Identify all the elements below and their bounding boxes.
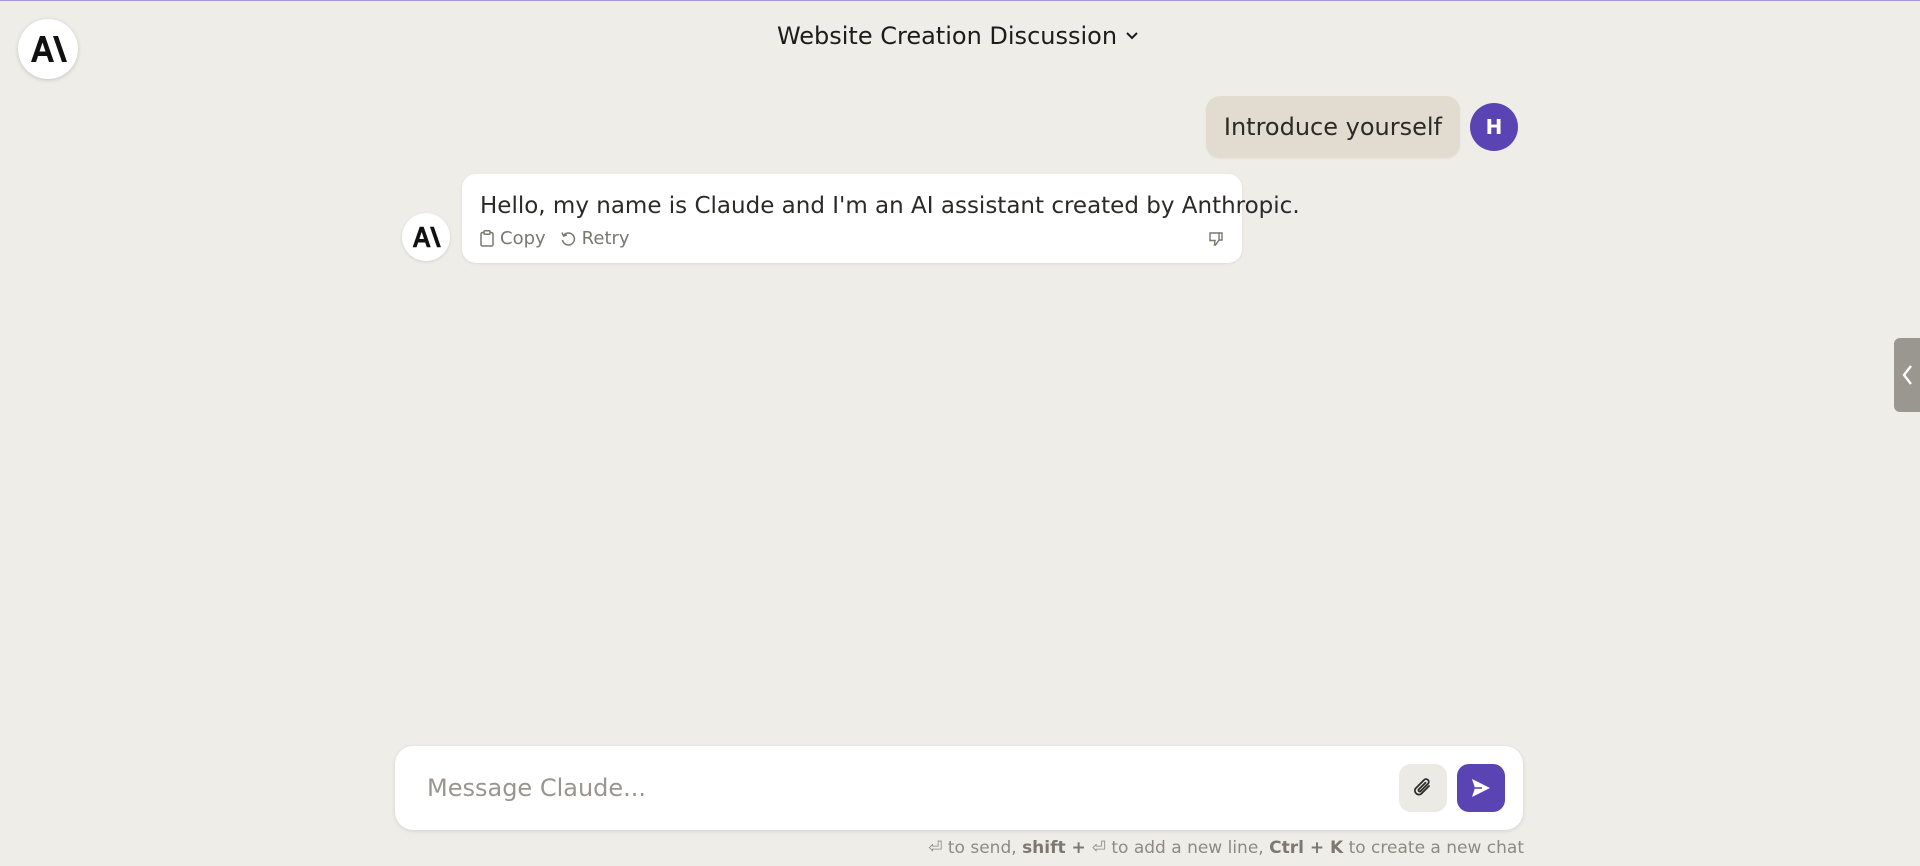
assistant-message-bubble: Hello, my name is Claude and I'm an AI a… (462, 174, 1300, 263)
user-avatar: H (1470, 103, 1518, 151)
assistant-avatar (402, 213, 450, 261)
copy-button[interactable]: Copy (480, 228, 546, 249)
message-composer (395, 746, 1523, 830)
keyboard-hint: ⏎ to send, shift + ⏎ to add a new line, … (928, 838, 1524, 858)
hint-text-2: to add a new line, (1105, 838, 1270, 858)
enter-symbol: ⏎ (1091, 838, 1106, 858)
hint-text-1: to send, (942, 838, 1023, 858)
thumbs-down-button[interactable] (1208, 231, 1224, 247)
anthropic-logo-icon (412, 226, 441, 248)
clipboard-icon (480, 230, 494, 247)
enter-symbol: ⏎ (928, 838, 943, 858)
sidebar-toggle-button[interactable] (1894, 338, 1920, 412)
message-actions: Copy Retry (480, 228, 1224, 249)
attach-file-button[interactable] (1399, 764, 1447, 812)
send-icon (1472, 779, 1490, 797)
human-message-text: Introduce yourself (1223, 113, 1442, 141)
copy-label: Copy (500, 228, 546, 249)
human-message-row: Introduce yourself H (1205, 96, 1518, 158)
retry-label: Retry (581, 228, 630, 249)
chevron-left-icon (1902, 365, 1912, 385)
conversation-header: Website Creation Discussion (0, 22, 1920, 50)
hint-ctrl-k: Ctrl + K (1269, 838, 1344, 858)
paperclip-icon (1414, 778, 1430, 796)
assistant-message-text: Hello, my name is Claude and I'm an AI a… (480, 193, 1300, 219)
hint-text-3: to create a new chat (1343, 838, 1524, 858)
retry-icon (560, 231, 575, 246)
thumbs-down-icon (1209, 231, 1223, 246)
assistant-message-row: Hello, my name is Claude and I'm an AI a… (402, 174, 1300, 263)
human-message-bubble: Introduce yourself (1205, 96, 1460, 158)
conversation-title: Website Creation Discussion (776, 22, 1118, 50)
top-border (0, 0, 1920, 1)
message-input[interactable] (425, 773, 1399, 803)
send-button[interactable] (1457, 764, 1505, 812)
conversation-title-button[interactable]: Website Creation Discussion (777, 22, 1143, 50)
hint-shift: shift + (1022, 838, 1092, 858)
retry-button[interactable]: Retry (560, 228, 630, 249)
chevron-down-icon (1126, 32, 1138, 40)
user-avatar-letter: H (1485, 115, 1503, 139)
